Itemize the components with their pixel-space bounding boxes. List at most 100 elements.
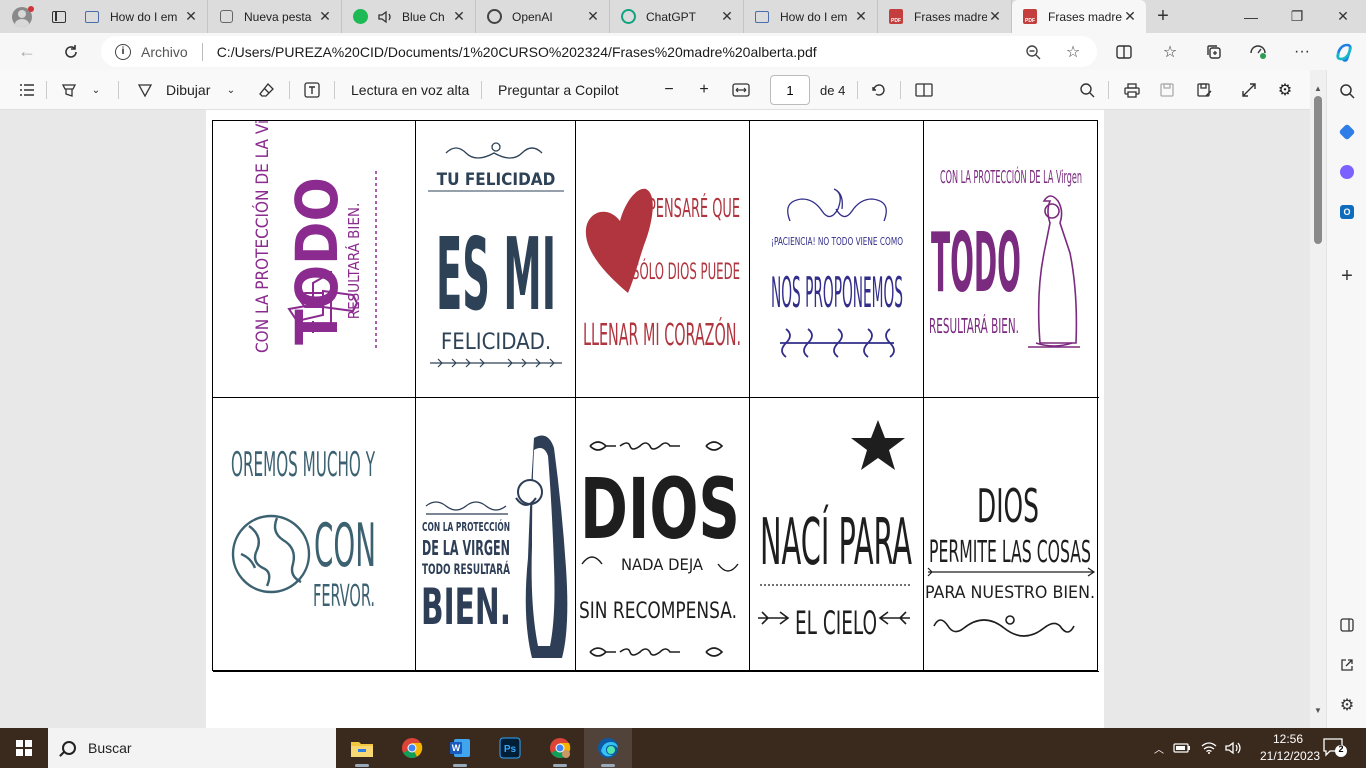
highlight-icon[interactable] bbox=[55, 70, 83, 110]
tab-how-do-i-1[interactable]: How do I em ✕ bbox=[74, 0, 208, 33]
spotify-icon bbox=[352, 9, 368, 25]
tab-how-do-i-2[interactable]: How do I em ✕ bbox=[744, 0, 878, 33]
draw-button[interactable]: Dibujar bbox=[166, 70, 210, 110]
draw-pen-icon[interactable] bbox=[131, 70, 159, 110]
eraser-icon[interactable] bbox=[253, 70, 281, 110]
split-screen-icon[interactable] bbox=[1106, 33, 1142, 70]
new-tab-button[interactable]: + bbox=[1146, 0, 1180, 33]
chevron-down-icon[interactable]: ⌄ bbox=[82, 70, 110, 110]
tab-nueva-pestana[interactable]: Nueva pesta ✕ bbox=[208, 0, 342, 33]
tab-actions-button[interactable] bbox=[44, 0, 74, 33]
close-icon[interactable]: ✕ bbox=[317, 8, 333, 25]
profile-button[interactable] bbox=[0, 0, 44, 33]
tab-title: Blue Ch bbox=[402, 9, 445, 24]
sidebar-copilot-icon[interactable] bbox=[1332, 157, 1362, 187]
taskbar-search[interactable]: Buscar bbox=[48, 728, 336, 768]
scroll-down-icon[interactable]: ▼ bbox=[1310, 702, 1326, 718]
settings-gear-icon[interactable]: ⚙ bbox=[1271, 70, 1299, 110]
back-button[interactable]: ← bbox=[8, 33, 46, 70]
tab-frases-madre-1[interactable]: PDF Frases madre ✕ bbox=[878, 0, 1012, 33]
zoom-icon[interactable] bbox=[1019, 36, 1047, 67]
copilot-icon[interactable] bbox=[1326, 33, 1362, 70]
svg-text:Ps: Ps bbox=[504, 744, 517, 755]
chevron-down-icon[interactable]: ⌄ bbox=[217, 70, 245, 110]
rotate-icon[interactable] bbox=[865, 70, 893, 110]
refresh-button[interactable] bbox=[52, 33, 90, 70]
quote-card-5: CON LA PROTECCIÓN DE LA Virgen TODO RESU… bbox=[924, 121, 1099, 398]
edge-icon[interactable] bbox=[584, 728, 632, 768]
battery-icon[interactable] bbox=[1172, 728, 1192, 768]
wifi-icon[interactable] bbox=[1198, 728, 1220, 768]
ask-copilot-button[interactable]: Preguntar a Copilot bbox=[498, 70, 619, 110]
close-icon[interactable]: ✕ bbox=[853, 8, 869, 25]
chrome-profile-icon[interactable] bbox=[536, 728, 584, 768]
favorites-icon[interactable]: ☆ bbox=[1152, 33, 1188, 70]
word-icon[interactable]: W bbox=[436, 728, 484, 768]
save-as-icon[interactable] bbox=[1190, 70, 1218, 110]
tab-openai[interactable]: OpenAI ✕ bbox=[476, 0, 610, 33]
card-text: CON LA PROTECCIÓN DE LA Virgen bbox=[940, 166, 1082, 188]
url-text[interactable]: C:/Users/PUREZA%20CID/Documents/1%20CURS… bbox=[217, 44, 817, 60]
text-box-icon[interactable] bbox=[298, 70, 326, 110]
scroll-thumb[interactable] bbox=[1314, 96, 1322, 244]
vertical-scrollbar[interactable]: ▲ ▼ bbox=[1310, 70, 1326, 728]
card-text: DIOS bbox=[580, 460, 740, 558]
close-icon[interactable]: ✕ bbox=[1122, 8, 1138, 25]
clock[interactable]: 12:56 21/12/2023 bbox=[1260, 731, 1320, 765]
performance-icon[interactable] bbox=[1240, 33, 1276, 70]
sidebar-shopping-icon[interactable] bbox=[1332, 117, 1362, 147]
tab-chatgpt[interactable]: ChatGPT ✕ bbox=[610, 0, 744, 33]
close-icon[interactable]: ✕ bbox=[585, 8, 601, 25]
fit-width-icon[interactable] bbox=[727, 70, 755, 110]
favorite-star-icon[interactable]: ☆ bbox=[1059, 36, 1087, 67]
close-window-button[interactable]: ✕ bbox=[1320, 0, 1366, 33]
chrome-icon[interactable] bbox=[388, 728, 436, 768]
tab-blue-ch[interactable]: Blue Ch ✕ bbox=[342, 0, 476, 33]
zoom-out-icon[interactable]: − bbox=[655, 70, 683, 110]
scroll-up-icon[interactable]: ▲ bbox=[1310, 80, 1326, 96]
start-button[interactable] bbox=[0, 728, 48, 768]
address-field[interactable]: i Archivo C:/Users/PUREZA%20CID/Document… bbox=[101, 36, 1097, 67]
save-icon[interactable] bbox=[1153, 70, 1181, 110]
minimize-button[interactable]: — bbox=[1228, 0, 1274, 33]
read-aloud-button[interactable]: Lectura en voz alta bbox=[351, 70, 469, 110]
close-icon[interactable]: ✕ bbox=[183, 8, 199, 25]
sidebar-add-icon[interactable]: + bbox=[1332, 261, 1362, 291]
card-text: PARA NUESTRO BIEN. bbox=[925, 583, 1095, 603]
file-explorer-icon[interactable] bbox=[338, 728, 386, 768]
more-options-icon[interactable]: ··· bbox=[1284, 33, 1320, 70]
photoshop-icon[interactable]: Ps bbox=[486, 728, 534, 768]
tab-strip: How do I em ✕ Nueva pesta ✕ Blue Ch ✕ Op… bbox=[0, 0, 1366, 33]
sidebar-outlook-icon[interactable]: O bbox=[1332, 197, 1362, 227]
pdf-viewer[interactable]: CON LA PROTECCIÓN DE LA Virgen TODO RESU… bbox=[0, 110, 1310, 728]
print-icon[interactable] bbox=[1118, 70, 1146, 110]
collections-icon[interactable] bbox=[1196, 33, 1232, 70]
tab-frases-madre-active[interactable]: PDF Frases madre ✕ bbox=[1012, 0, 1146, 33]
volume-icon[interactable] bbox=[1222, 728, 1244, 768]
quote-card-8: DIOS NADA DEJA SIN RECOMPENSA. bbox=[576, 398, 750, 672]
sidebar-settings-icon[interactable]: ⚙ bbox=[1332, 690, 1362, 720]
pdf-icon: PDF bbox=[1022, 9, 1038, 25]
notifications-button[interactable]: 2 bbox=[1322, 736, 1348, 760]
info-icon[interactable]: i bbox=[115, 43, 131, 60]
quote-card-7: CON LA PROTECCIÓN DE LA VIRGEN TODO RESU… bbox=[416, 398, 576, 672]
page-number-input[interactable] bbox=[770, 75, 810, 105]
external-link-icon[interactable] bbox=[1332, 650, 1362, 680]
card-text: PERMITE LAS COSAS bbox=[929, 535, 1091, 570]
fullscreen-icon[interactable] bbox=[1235, 70, 1263, 110]
notification-count: 2 bbox=[1338, 744, 1344, 754]
laurel-icon bbox=[430, 358, 562, 368]
tray-chevron-up-icon[interactable]: ︿ bbox=[1150, 728, 1168, 768]
page-view-icon[interactable] bbox=[910, 70, 938, 110]
search-icon[interactable] bbox=[1073, 70, 1101, 110]
sidebar-search-icon[interactable] bbox=[1332, 76, 1362, 106]
restore-button[interactable]: ❐ bbox=[1274, 0, 1320, 33]
zoom-in-icon[interactable]: + bbox=[690, 70, 718, 110]
contents-icon[interactable] bbox=[13, 70, 41, 110]
close-icon[interactable]: ✕ bbox=[719, 8, 735, 25]
speaker-icon[interactable] bbox=[378, 9, 394, 25]
close-icon[interactable]: ✕ bbox=[987, 8, 1003, 25]
close-icon[interactable]: ✕ bbox=[451, 8, 467, 25]
ornament-icon bbox=[445, 142, 543, 159]
sidebar-panel-icon[interactable] bbox=[1332, 610, 1362, 640]
